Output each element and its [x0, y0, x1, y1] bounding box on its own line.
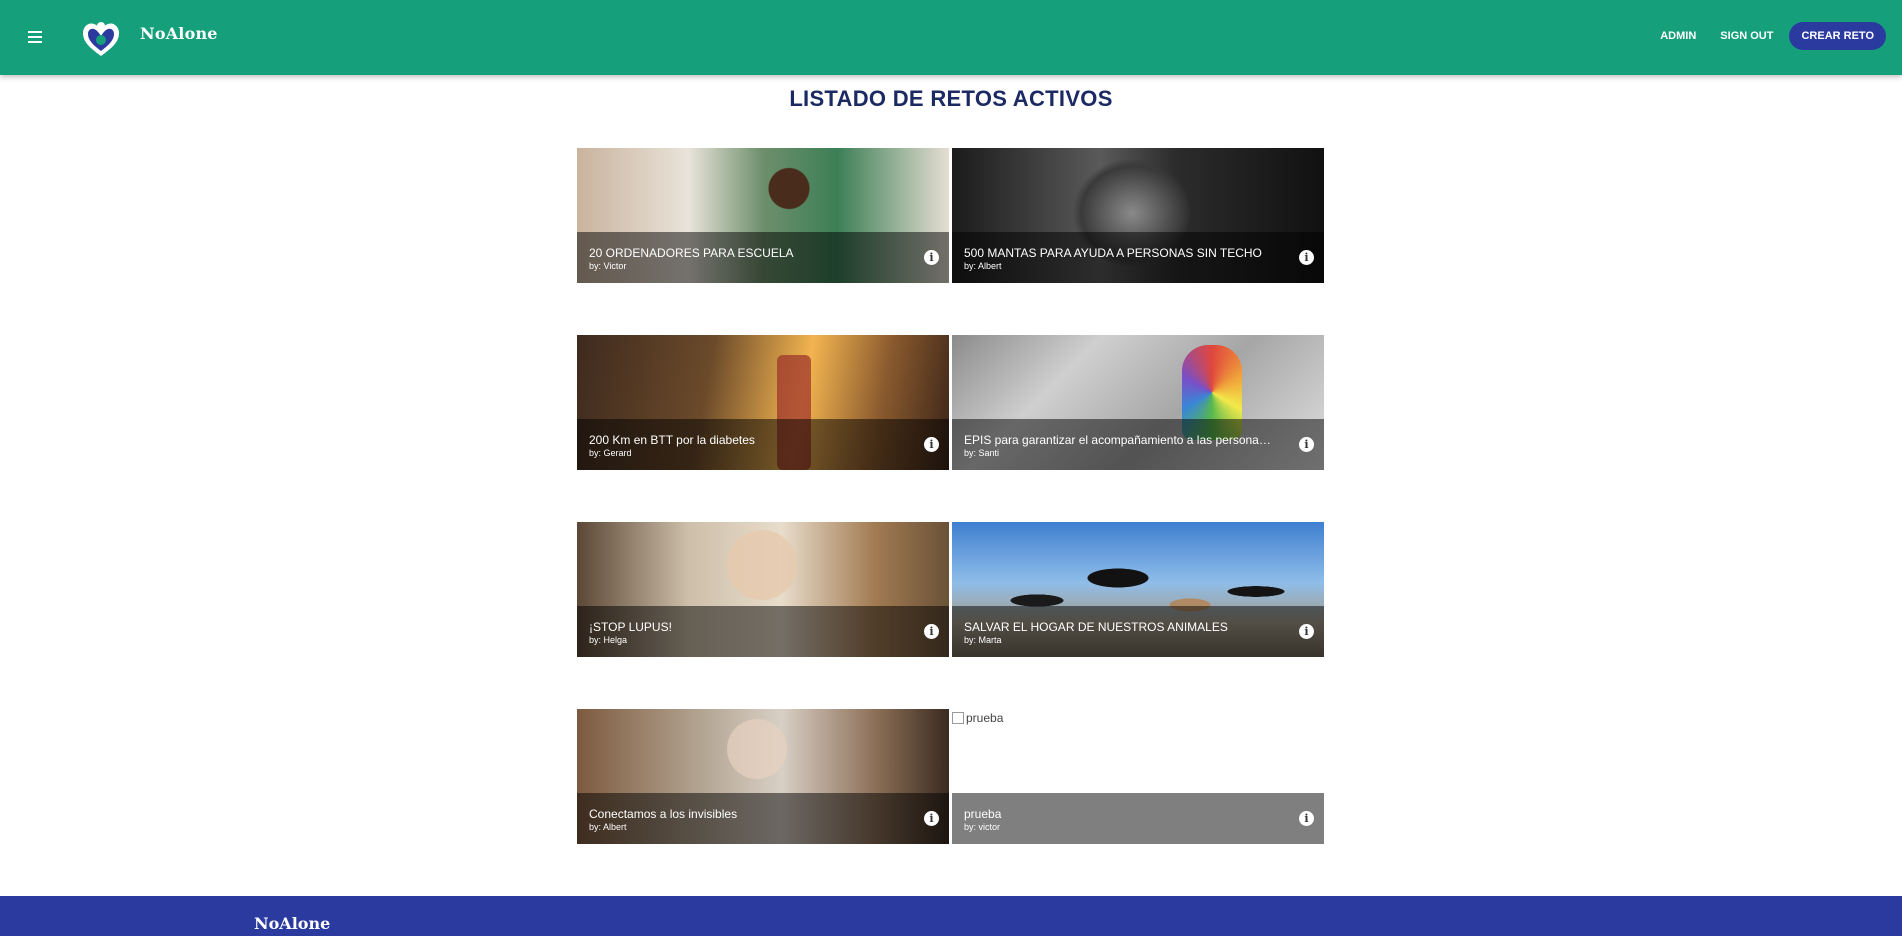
- challenge-card[interactable]: 200 Km en BTT por la diabetes by: Gerard…: [577, 335, 949, 470]
- challenge-card[interactable]: prueba prueba by: victor i: [952, 709, 1324, 844]
- broken-image-icon: [952, 712, 964, 724]
- challenge-card[interactable]: SALVAR EL HOGAR DE NUESTROS ANIMALES by:…: [952, 522, 1324, 657]
- sign-out-link[interactable]: SIGN OUT: [1710, 22, 1783, 50]
- footer: NoAlone: [0, 896, 1902, 936]
- card-author: by: Santi: [964, 448, 1000, 458]
- card-author: by: Helga: [589, 635, 628, 645]
- card-title: Conectamos a los invisibles: [589, 807, 738, 821]
- card-caption: Conectamos a los invisibles by: Albert i: [577, 793, 949, 844]
- info-icon[interactable]: i: [1299, 624, 1314, 639]
- challenge-card[interactable]: Conectamos a los invisibles by: Albert i: [577, 709, 949, 844]
- card-caption: SALVAR EL HOGAR DE NUESTROS ANIMALES by:…: [952, 606, 1324, 657]
- card-caption: 500 MANTAS PARA AYUDA A PERSONAS SIN TEC…: [952, 232, 1324, 283]
- challenge-card[interactable]: EPIS para garantizar el acompañamiento a…: [952, 335, 1324, 470]
- menu-icon[interactable]: [24, 24, 46, 50]
- admin-link[interactable]: ADMIN: [1650, 22, 1706, 50]
- card-caption: EPIS para garantizar el acompañamiento a…: [952, 419, 1324, 470]
- card-caption: prueba by: victor i: [952, 793, 1324, 844]
- card-author: by: Albert: [589, 822, 627, 832]
- info-icon[interactable]: i: [924, 437, 939, 452]
- card-author: by: Gerard: [589, 448, 632, 458]
- info-icon[interactable]: i: [1299, 250, 1314, 265]
- card-title: prueba: [964, 807, 1002, 821]
- challenge-card[interactable]: 500 MANTAS PARA AYUDA A PERSONAS SIN TEC…: [952, 148, 1324, 283]
- info-icon[interactable]: i: [1299, 811, 1314, 826]
- card-author: by: victor: [964, 822, 1001, 832]
- info-icon[interactable]: i: [1299, 437, 1314, 452]
- card-title: ¡STOP LUPUS!: [589, 620, 672, 634]
- card-title: 500 MANTAS PARA AYUDA A PERSONAS SIN TEC…: [964, 246, 1262, 260]
- card-author: by: Marta: [964, 635, 1002, 645]
- top-nav: ADMIN SIGN OUT CREAR RETO: [1646, 22, 1886, 50]
- card-title: EPIS para garantizar el acompañamiento a…: [964, 433, 1274, 447]
- card-title: 20 ORDENADORES PARA ESCUELA: [589, 246, 794, 260]
- challenges-grid: 20 ORDENADORES PARA ESCUELA by: Victor i…: [577, 148, 1324, 844]
- top-app-bar: NoAlone ADMIN SIGN OUT CREAR RETO: [0, 0, 1902, 75]
- info-icon[interactable]: i: [924, 811, 939, 826]
- card-caption: 20 ORDENADORES PARA ESCUELA by: Victor i: [577, 232, 949, 283]
- footer-brand: NoAlone: [254, 914, 331, 933]
- alt-text: prueba: [966, 711, 1004, 725]
- card-title: 200 Km en BTT por la diabetes: [589, 433, 755, 447]
- info-icon[interactable]: i: [924, 624, 939, 639]
- create-challenge-button[interactable]: CREAR RETO: [1789, 22, 1886, 50]
- brand-name[interactable]: NoAlone: [140, 24, 218, 43]
- card-caption: 200 Km en BTT por la diabetes by: Gerard…: [577, 419, 949, 470]
- image-alt-text: prueba: [952, 711, 1003, 725]
- page-title: LISTADO DE RETOS ACTIVOS: [789, 86, 1113, 111]
- logo-icon[interactable]: [80, 18, 122, 58]
- card-title: SALVAR EL HOGAR DE NUESTROS ANIMALES: [964, 620, 1228, 634]
- card-caption: ¡STOP LUPUS! by: Helga i: [577, 606, 949, 657]
- challenge-card[interactable]: 20 ORDENADORES PARA ESCUELA by: Victor i: [577, 148, 949, 283]
- info-icon[interactable]: i: [924, 250, 939, 265]
- challenge-card[interactable]: ¡STOP LUPUS! by: Helga i: [577, 522, 949, 657]
- card-author: by: Victor: [589, 261, 627, 271]
- card-author: by: Albert: [964, 261, 1002, 271]
